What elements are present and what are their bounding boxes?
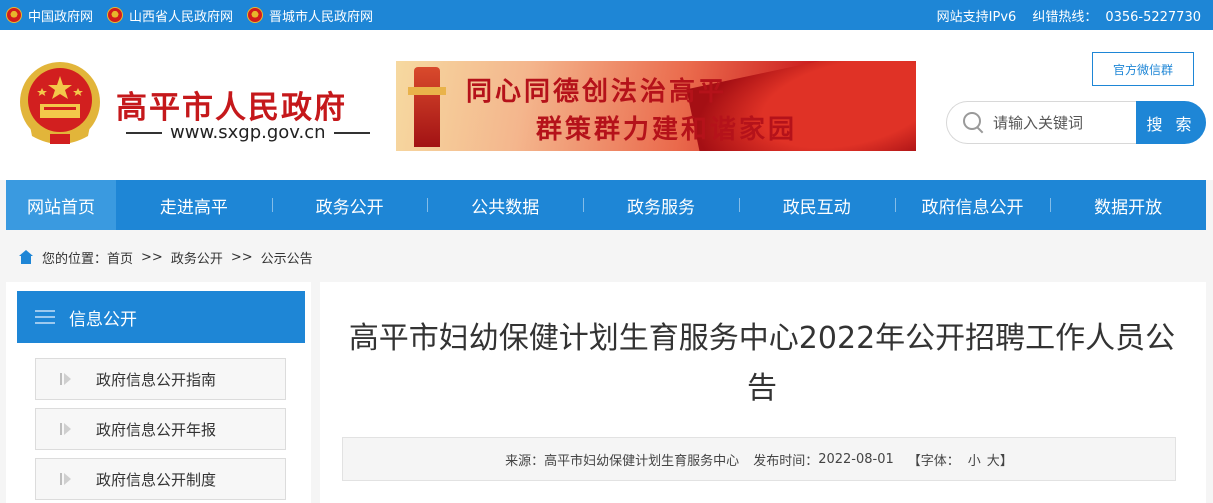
tower-decoration xyxy=(408,67,446,147)
search-box xyxy=(946,101,1138,144)
sidebar-item-annual-report[interactable]: 政府信息公开年报 xyxy=(35,408,286,450)
national-emblem-icon xyxy=(247,7,264,23)
nav-item-gov-affairs[interactable]: 政务公开 xyxy=(271,180,428,230)
banner-line-2: 群策群力建和谐家园 xyxy=(536,115,798,145)
article-title: 高平市妇幼保健计划生育服务中心2022年公开招聘工作人员公告 xyxy=(348,321,1176,406)
link-jincheng-gov-label: 晋城市人民政府网 xyxy=(269,9,374,25)
breadcrumb-prefix: 您的位置： xyxy=(42,251,108,267)
banner-line-1: 同心同德创法治高平 xyxy=(466,77,728,107)
slogan-banner: 同心同德创法治高平 群策群力建和谐家园 xyxy=(396,61,916,151)
arrow-right-icon xyxy=(60,372,74,386)
breadcrumb-gov-affairs[interactable]: 政务公开 xyxy=(171,248,223,267)
link-jincheng-gov[interactable]: 晋城市人民政府网 xyxy=(247,6,373,25)
date-label: 发布时间： xyxy=(753,453,819,469)
breadcrumb-notices[interactable]: 公示公告 xyxy=(261,248,313,267)
top-links: 中国政府网 山西省人民政府网 晋城市人民政府网 xyxy=(6,0,387,30)
source-value: 高平市妇幼保健计划生育服务中心 xyxy=(544,453,740,469)
link-china-gov-label: 中国政府网 xyxy=(28,9,94,25)
arrow-right-icon xyxy=(60,422,74,436)
hotline-label: 纠错热线： xyxy=(1032,9,1098,25)
source-label: 来源： xyxy=(505,453,545,469)
sidebar-item-rules[interactable]: 政府信息公开制度 xyxy=(35,458,286,500)
ipv6-label: 网站支持IPv6 xyxy=(936,9,1017,25)
site-url: www.sxgp.gov.cn xyxy=(118,122,378,143)
national-emblem-icon xyxy=(6,7,22,23)
nav-item-about[interactable]: 走进高平 xyxy=(116,180,272,230)
sidebar-item-label: 政府信息公开指南 xyxy=(96,370,217,389)
link-shanxi-gov-label: 山西省人民政府网 xyxy=(129,9,234,25)
article-panel: 高平市妇幼保健计划生育服务中心2022年公开招聘工作人员公告 来源： 高平市妇幼… xyxy=(320,282,1206,503)
wechat-group-button[interactable]: 官方微信群 xyxy=(1092,52,1194,86)
sidebar-title: 信息公开 xyxy=(69,309,137,330)
breadcrumb-separator: >> xyxy=(230,249,253,265)
font-large-button[interactable]: 大 xyxy=(987,450,1000,469)
sidebar-item-label: 政府信息公开年报 xyxy=(96,420,217,439)
search-icon xyxy=(963,111,985,134)
sidebar-header: 信息公开 xyxy=(17,291,305,343)
nav-item-info-disclosure[interactable]: 政府信息公开 xyxy=(894,180,1051,230)
search-button[interactable]: 搜 索 xyxy=(1136,101,1206,144)
divider xyxy=(333,131,370,134)
site-url-text: www.sxgp.gov.cn xyxy=(170,122,326,143)
search-bar: 搜 索 xyxy=(946,101,1206,144)
breadcrumb-home[interactable]: 首页 xyxy=(107,248,133,267)
top-bar: 中国政府网 山西省人民政府网 晋城市人民政府网 网站支持IPv6 纠错热线： 03… xyxy=(0,0,1213,30)
nav-item-open-data[interactable]: 数据开放 xyxy=(1050,180,1206,230)
nav-item-gov-services[interactable]: 政务服务 xyxy=(583,180,739,230)
site-header: 高平市人民政府 www.sxgp.gov.cn 同心同德创法治高平 群策群力建和… xyxy=(0,30,1213,180)
arrow-right-icon xyxy=(60,472,74,486)
national-emblem-icon xyxy=(107,7,124,23)
breadcrumb: 您的位置： 首页 >> 政务公开 >> 公示公告 xyxy=(18,246,313,268)
hotline: 纠错热线： 0356-5227730 xyxy=(1024,6,1201,25)
link-shanxi-gov[interactable]: 山西省人民政府网 xyxy=(107,6,233,25)
divider xyxy=(126,131,162,134)
home-icon xyxy=(18,250,34,264)
top-right-info: 网站支持IPv6 纠错热线： 0356-5227730 xyxy=(929,0,1201,30)
search-input[interactable] xyxy=(993,113,1133,132)
sidebar-item-label: 政府信息公开制度 xyxy=(96,470,217,489)
national-emblem-logo[interactable] xyxy=(18,60,102,152)
sidebar: 信息公开 政府信息公开指南 政府信息公开年报 政府信息公开制度 xyxy=(6,282,311,503)
breadcrumb-separator: >> xyxy=(141,249,163,265)
nav-item-interaction[interactable]: 政民互动 xyxy=(738,180,895,230)
font-size-label: 【字体： xyxy=(907,453,960,469)
main-nav: 网站首页 走进高平 政务公开 公共数据 政务服务 政民互动 政府信息公开 数据开… xyxy=(6,180,1206,230)
article-meta: 来源： 高平市妇幼保健计划生育服务中心 发布时间： 2022-08-01 【字体… xyxy=(342,437,1176,481)
font-size-close: 】 xyxy=(999,453,1013,469)
nav-item-public-data[interactable]: 公共数据 xyxy=(427,180,583,230)
menu-icon xyxy=(35,310,55,324)
font-small-button[interactable]: 小 xyxy=(968,450,981,469)
nav-item-home[interactable]: 网站首页 xyxy=(6,180,116,230)
link-china-gov[interactable]: 中国政府网 xyxy=(6,6,93,25)
sidebar-item-guide[interactable]: 政府信息公开指南 xyxy=(35,358,286,400)
date-value: 2022-08-01 xyxy=(818,451,894,467)
hotline-number: 0356-5227730 xyxy=(1105,9,1201,25)
site-title[interactable]: 高平市人民政府 xyxy=(116,82,347,127)
